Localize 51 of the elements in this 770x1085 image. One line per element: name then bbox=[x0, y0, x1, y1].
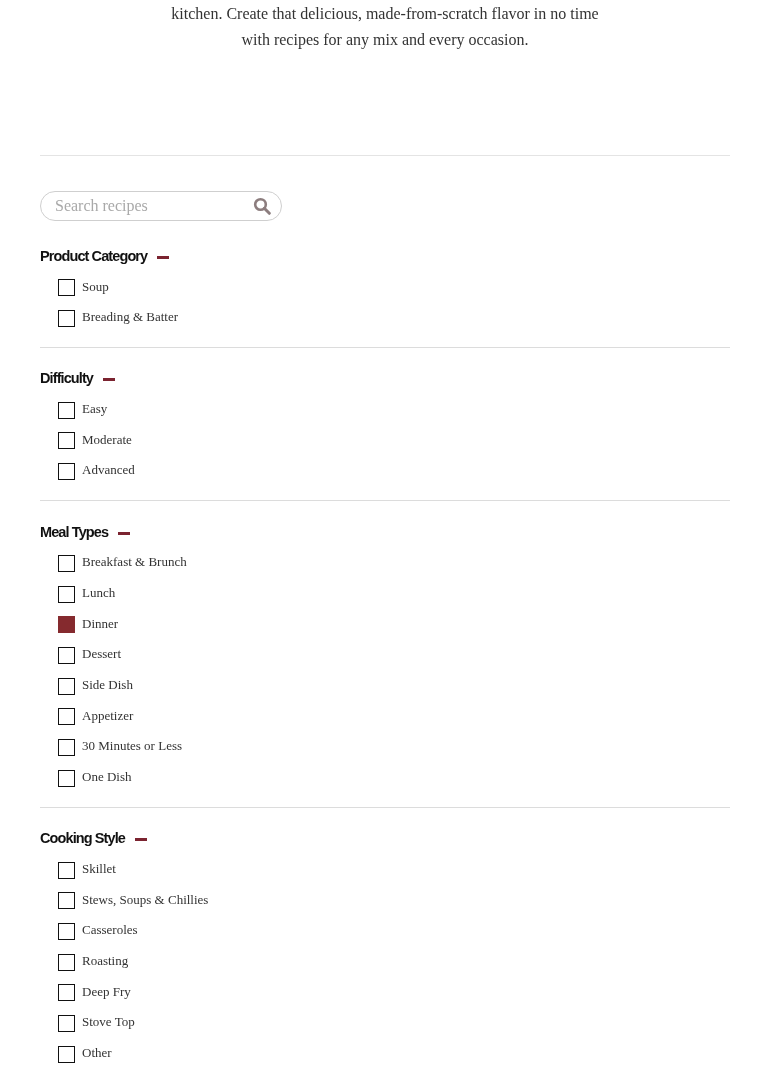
filter-heading: Difficulty bbox=[40, 370, 94, 387]
checkbox[interactable] bbox=[58, 708, 75, 726]
checkbox[interactable] bbox=[58, 677, 75, 695]
minus-icon[interactable] bbox=[103, 378, 116, 382]
checkbox[interactable] bbox=[58, 953, 75, 971]
checkbox[interactable] bbox=[58, 738, 75, 756]
checkbox[interactable] bbox=[58, 646, 75, 664]
checkbox[interactable] bbox=[58, 309, 75, 327]
minus-icon[interactable] bbox=[157, 255, 170, 259]
option-label[interactable]: Side Dish bbox=[82, 677, 133, 694]
option-label[interactable]: Moderate bbox=[82, 431, 132, 448]
option-label[interactable]: Dinner bbox=[82, 615, 119, 632]
filter-heading: Meal Types bbox=[40, 523, 109, 540]
option-label[interactable]: One Dish bbox=[82, 769, 132, 786]
intro-paragraph: kitchen. Create that delicious, made-from-scratch flavor in no time with recipes for any mix and every occasion. bbox=[171, 4, 599, 51]
option-label[interactable]: Advanced bbox=[82, 462, 135, 479]
checkbox[interactable] bbox=[58, 892, 75, 910]
option-label[interactable]: Soup bbox=[82, 278, 109, 295]
checkbox[interactable] bbox=[58, 861, 75, 879]
checkbox[interactable] bbox=[58, 769, 75, 787]
minus-icon[interactable] bbox=[135, 838, 147, 842]
checkbox[interactable] bbox=[58, 922, 75, 940]
checkbox[interactable] bbox=[58, 432, 75, 450]
option-label[interactable]: Breakfast & Brunch bbox=[82, 554, 187, 571]
checkbox[interactable] bbox=[58, 401, 75, 419]
option-label[interactable]: Deep Fry bbox=[82, 983, 131, 1000]
checkbox[interactable] bbox=[58, 585, 75, 603]
option-label[interactable]: Easy bbox=[82, 401, 108, 418]
search-field[interactable]: Search recipes bbox=[40, 191, 282, 221]
checkbox[interactable] bbox=[58, 462, 75, 480]
filter-heading: Cooking Style bbox=[40, 830, 125, 847]
checkbox[interactable] bbox=[58, 1045, 75, 1063]
option-label[interactable]: 30 Minutes or Less bbox=[82, 738, 183, 755]
option-label[interactable]: Dessert bbox=[82, 646, 121, 663]
search-icon[interactable] bbox=[253, 197, 271, 215]
option-label[interactable]: Roasting bbox=[82, 953, 129, 970]
option-label[interactable]: Other bbox=[82, 1045, 112, 1062]
option-label[interactable]: Lunch bbox=[82, 585, 116, 602]
option-label[interactable]: Stews, Soups & Chillies bbox=[82, 891, 209, 908]
option-label[interactable]: Stove Top bbox=[82, 1014, 135, 1031]
checkbox[interactable] bbox=[58, 554, 75, 572]
checkbox[interactable] bbox=[58, 279, 75, 297]
checkbox[interactable] bbox=[58, 984, 75, 1002]
option-label[interactable]: Casseroles bbox=[82, 922, 138, 939]
option-label[interactable]: Breading & Batter bbox=[82, 309, 179, 326]
checkbox[interactable] bbox=[58, 1014, 75, 1032]
option-label[interactable]: Skillet bbox=[82, 861, 116, 878]
option-label[interactable]: Appetizer bbox=[82, 707, 134, 724]
minus-icon[interactable] bbox=[118, 531, 131, 535]
filter-heading: Product Category bbox=[40, 247, 148, 264]
checkbox[interactable] bbox=[58, 616, 75, 634]
